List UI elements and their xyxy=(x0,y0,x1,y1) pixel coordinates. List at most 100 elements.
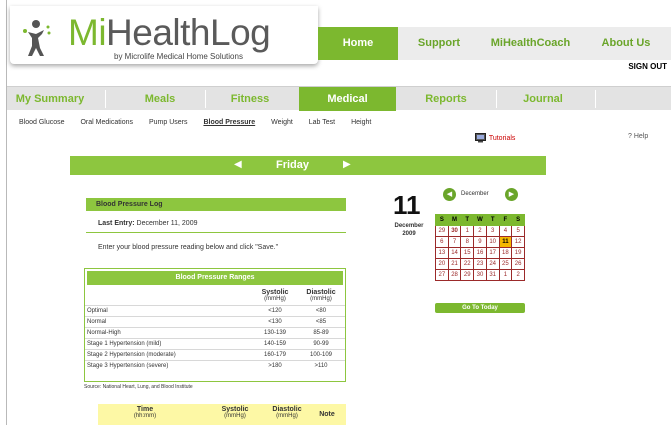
date-month: December xyxy=(394,223,424,229)
col-time-unit: (hh:mm) xyxy=(133,413,157,419)
calendar-week: 13 14 15 16 17 18 19 xyxy=(435,247,525,259)
range-label: Stage 1 Hypertension (mild) xyxy=(87,341,162,347)
calendar-month: December xyxy=(461,191,489,197)
col-time: Time (hh:mm) xyxy=(120,406,170,419)
cal-next-icon[interactable]: ▶ xyxy=(505,188,518,201)
table-row: Stage 2 Hypertension (moderate) 160-179 10… xyxy=(85,349,345,360)
calendar-day[interactable]: 25 xyxy=(498,258,513,270)
calendar-day[interactable]: 30 xyxy=(447,225,462,237)
range-systolic: 140-159 xyxy=(263,341,287,347)
calendar-day[interactable]: 10 xyxy=(485,236,500,248)
calendar-day[interactable]: 21 xyxy=(447,258,462,270)
logo[interactable]: MiHealthLog by Microlife Medical Home So… xyxy=(10,6,318,64)
calendar-day[interactable]: 1 xyxy=(460,225,475,237)
calendar-day[interactable]: 15 xyxy=(460,247,475,259)
subnav-pump-users[interactable]: Pump Users xyxy=(149,119,188,126)
brand-subtitle: by Microlife Medical Home Solutions xyxy=(114,52,243,61)
tab-medical[interactable]: Medical xyxy=(299,87,396,111)
calendar-week: 20 21 22 23 24 25 26 xyxy=(435,258,525,270)
range-systolic: >180 xyxy=(268,363,282,369)
calendar-day[interactable]: 1 xyxy=(498,269,513,281)
nav-support[interactable]: Support xyxy=(398,27,480,60)
calendar-day[interactable]: 22 xyxy=(460,258,475,270)
calendar-day[interactable]: 13 xyxy=(435,247,449,259)
tutorials-link[interactable]: Tutorials xyxy=(475,133,515,143)
calendar-day[interactable]: 29 xyxy=(435,225,449,237)
go-to-today-button[interactable]: Go To Today xyxy=(435,303,525,313)
nav-home[interactable]: Home xyxy=(318,27,398,60)
calendar-day[interactable]: 18 xyxy=(498,247,513,259)
calendar-day[interactable]: 14 xyxy=(447,247,462,259)
calendar-day[interactable]: 8 xyxy=(460,236,475,248)
nav-about-us[interactable]: About Us xyxy=(581,27,671,60)
table-row: Normal-High 130-139 85-89 xyxy=(85,327,345,338)
last-entry: Last Entry: December 11, 2009 xyxy=(98,220,197,227)
prev-day-icon[interactable]: ◀ xyxy=(234,159,242,170)
tab-fitness[interactable]: Fitness xyxy=(205,87,295,111)
instructions: Enter your blood pressure reading below … xyxy=(98,244,279,251)
calendar-day[interactable]: 28 xyxy=(447,269,462,281)
calendar-day[interactable]: 31 xyxy=(485,269,500,281)
calendar-day[interactable]: 30 xyxy=(473,269,487,281)
next-day-icon[interactable]: ▶ xyxy=(343,159,351,170)
calendar-day[interactable]: 7 xyxy=(447,236,462,248)
calendar-day[interactable]: 24 xyxy=(485,258,500,270)
calendar-day[interactable]: 12 xyxy=(511,236,525,248)
subnav-oral-medications[interactable]: Oral Medications xyxy=(80,119,133,126)
col-entry-diastolic-label: Diastolic xyxy=(272,406,302,413)
calendar-week: 29 30 1 2 3 4 5 xyxy=(435,225,525,237)
sign-out-link[interactable]: SIGN OUT xyxy=(628,62,667,71)
calendar-day[interactable]: 4 xyxy=(498,225,513,237)
weekday: S xyxy=(511,214,525,226)
subnav-lab-test[interactable]: Lab Test xyxy=(309,119,335,126)
brand-healthlog: HealthLog xyxy=(106,12,271,53)
range-systolic: <130 xyxy=(268,319,282,325)
date-year: 2009 xyxy=(402,231,416,237)
calendar-day[interactable]: 5 xyxy=(511,225,525,237)
range-systolic: <120 xyxy=(268,308,282,314)
cal-prev-icon[interactable]: ◀ xyxy=(443,188,456,201)
calendar-day[interactable]: 29 xyxy=(460,269,475,281)
calendar-day[interactable]: 3 xyxy=(485,225,500,237)
section-tabs: My Summary Meals Fitness Medical Reports… xyxy=(7,86,671,111)
subnav-weight[interactable]: Weight xyxy=(271,119,293,126)
date-day: 11 xyxy=(393,190,421,220)
runner-icon xyxy=(23,20,51,56)
tab-reports[interactable]: Reports xyxy=(396,87,496,111)
calendar-day[interactable]: 20 xyxy=(435,258,449,270)
range-diastolic: <80 xyxy=(315,308,327,314)
tab-journal[interactable]: Journal xyxy=(496,87,590,111)
calendar-day[interactable]: 6 xyxy=(435,236,449,248)
col-diastolic-unit: (mmHg) xyxy=(310,296,332,302)
weekday: T xyxy=(460,214,475,226)
calendar-day-today[interactable]: 11 xyxy=(498,236,513,248)
calendar-day[interactable]: 26 xyxy=(511,258,525,270)
range-diastolic: <85 xyxy=(315,319,327,325)
calendar: S M T W T F S 29 30 1 2 3 4 5 6 7 8 9 10… xyxy=(435,214,525,281)
calendar-day[interactable]: 16 xyxy=(473,247,487,259)
tab-my-summary[interactable]: My Summary xyxy=(7,87,93,111)
calendar-day[interactable]: 2 xyxy=(473,225,487,237)
entry-table-header: Time (hh:mm) Systolic (mmHg) Diastolic (mmH… xyxy=(98,404,346,425)
nav-mihealthcoach[interactable]: MiHealthCoach xyxy=(480,27,581,60)
ranges-header: Systolic (mmHg) Diastolic (mmHg) xyxy=(85,287,345,305)
weekday-row: S M T W T F S xyxy=(435,214,525,226)
calendar-day[interactable]: 19 xyxy=(511,247,525,259)
weekday: S xyxy=(435,214,449,226)
subnav-height[interactable]: Height xyxy=(351,119,371,126)
col-diastolic: Diastolic (mmHg) xyxy=(291,289,351,302)
range-systolic: 130-139 xyxy=(263,330,287,336)
weekday: T xyxy=(485,214,500,226)
subnav-blood-glucose[interactable]: Blood Glucose xyxy=(19,119,65,126)
brand-mi: Mi xyxy=(68,12,107,53)
table-row: Stage 1 Hypertension (mild) 140-159 90-99 xyxy=(85,338,345,349)
calendar-day[interactable]: 9 xyxy=(473,236,487,248)
calendar-day[interactable]: 17 xyxy=(485,247,500,259)
calendar-day[interactable]: 23 xyxy=(473,258,487,270)
calendar-day[interactable]: 2 xyxy=(511,269,525,281)
calendar-day[interactable]: 27 xyxy=(435,269,449,281)
tab-meals[interactable]: Meals xyxy=(105,87,215,111)
help-link[interactable]: ? Help xyxy=(628,133,648,140)
subnav-blood-pressure[interactable]: Blood Pressure xyxy=(203,119,255,126)
brand-title: MiHealthLog xyxy=(68,12,271,54)
